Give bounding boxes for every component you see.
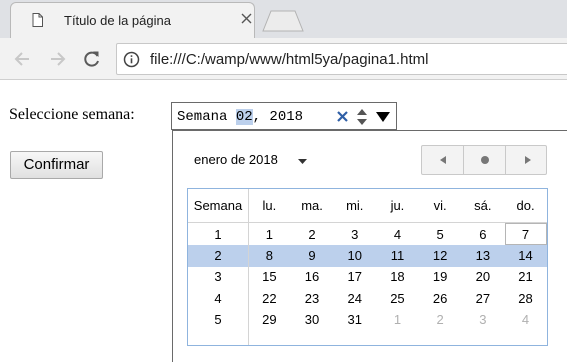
day-cell[interactable]: 1: [376, 309, 419, 330]
week-prefix: Semana: [177, 109, 236, 125]
chevron-right-icon: [525, 156, 531, 164]
week-number-cell[interactable]: 1: [188, 224, 248, 245]
day-cell[interactable]: 9: [291, 245, 334, 266]
day-cell[interactable]: 8: [248, 245, 291, 266]
back-arrow-icon[interactable]: [13, 49, 33, 69]
day-cell[interactable]: 11: [376, 245, 419, 266]
day-cell[interactable]: 5: [419, 224, 462, 245]
day-cell[interactable]: 25: [376, 288, 419, 309]
next-month-button[interactable]: [506, 146, 548, 174]
day-cell[interactable]: 31: [333, 309, 376, 330]
calendar-popup: enero de 2018 Semana lu. ma. mi. ju. vi. sá. do…: [172, 130, 567, 362]
page-icon: [32, 13, 43, 27]
day-cell[interactable]: 17: [333, 266, 376, 287]
close-icon[interactable]: [241, 13, 252, 24]
day-cell[interactable]: 4: [376, 224, 419, 245]
reload-icon[interactable]: [82, 49, 102, 69]
day-cell[interactable]: 22: [248, 288, 291, 309]
browser-tab[interactable]: Título de la página: [10, 2, 255, 38]
today-button[interactable]: [464, 146, 506, 174]
day-header: lu.: [262, 198, 277, 213]
day-header: vi.: [433, 198, 447, 213]
day-cell[interactable]: 26: [419, 288, 462, 309]
caret-down-icon[interactable]: [298, 159, 307, 164]
day-header: do.: [516, 198, 535, 213]
week-number-cell[interactable]: 2: [188, 245, 248, 266]
day-cell[interactable]: 18: [376, 266, 419, 287]
calendar-nav: [421, 145, 547, 175]
day-cell[interactable]: 16: [291, 266, 334, 287]
day-cell[interactable]: 1: [248, 224, 291, 245]
day-cell[interactable]: 3: [333, 224, 376, 245]
info-icon[interactable]: [123, 51, 140, 68]
forward-arrow-icon[interactable]: [47, 49, 67, 69]
week-number-cell[interactable]: 5: [188, 309, 248, 330]
day-cell[interactable]: 15: [248, 266, 291, 287]
week-field-label: Seleccione semana:: [9, 106, 135, 123]
month-year-selector[interactable]: enero de 2018: [194, 152, 278, 167]
day-cell[interactable]: 30: [291, 309, 334, 330]
day-cell[interactable]: 28: [504, 288, 547, 309]
day-header: mi.: [346, 198, 364, 213]
browser-toolbar: file:///C:/wamp/www/html5ya/pagina1.html: [0, 38, 567, 80]
spin-buttons-icon[interactable]: [356, 107, 368, 127]
previous-month-button[interactable]: [422, 146, 464, 174]
day-cell[interactable]: 3: [462, 309, 505, 330]
confirm-button[interactable]: Confirmar: [10, 151, 103, 179]
address-bar[interactable]: file:///C:/wamp/www/html5ya/pagina1.html: [116, 43, 567, 75]
new-tab-button[interactable]: [262, 10, 304, 32]
day-cell[interactable]: 12: [419, 245, 462, 266]
day-cell[interactable]: 2: [419, 309, 462, 330]
today-indicator: [505, 223, 547, 246]
chevron-left-icon: [440, 156, 446, 164]
day-cell[interactable]: 14: [504, 245, 547, 266]
week-number-cell[interactable]: 3: [188, 266, 248, 287]
day-header: ju.: [390, 198, 405, 213]
day-cell[interactable]: 19: [419, 266, 462, 287]
day-cell[interactable]: 21: [504, 266, 547, 287]
day-cell[interactable]: 23: [291, 288, 334, 309]
clear-icon[interactable]: [336, 110, 349, 123]
week-value[interactable]: Semana 02, 2018: [177, 109, 303, 125]
day-cell[interactable]: 20: [462, 266, 505, 287]
dot-icon: [481, 156, 489, 164]
week-year[interactable]: , 2018: [253, 109, 303, 125]
week-number[interactable]: 02: [235, 109, 253, 125]
week-input[interactable]: Semana 02, 2018: [171, 102, 397, 130]
day-cell[interactable]: 4: [504, 309, 547, 330]
url-text[interactable]: file:///C:/wamp/www/html5ya/pagina1.html: [150, 51, 428, 68]
calendar-grid: Semana lu. ma. mi. ju. vi. sá. do. 1 1 2 3 4 5 6 7 2 8 9 10…: [187, 188, 548, 346]
day-cell[interactable]: 6: [462, 224, 505, 245]
day-header: ma.: [301, 198, 323, 213]
dropdown-arrow-icon[interactable]: [376, 111, 390, 123]
tab-strip: Título de la página: [0, 0, 567, 38]
week-column-header: Semana: [193, 198, 243, 213]
tab-title: Título de la página: [64, 13, 171, 28]
day-cell[interactable]: 29: [248, 309, 291, 330]
day-cell[interactable]: 2: [291, 224, 334, 245]
day-cell[interactable]: 24: [333, 288, 376, 309]
day-cell[interactable]: 10: [333, 245, 376, 266]
day-cell[interactable]: 27: [462, 288, 505, 309]
day-cell[interactable]: 13: [462, 245, 505, 266]
week-number-cell[interactable]: 4: [188, 288, 248, 309]
day-header: sá.: [474, 198, 492, 213]
